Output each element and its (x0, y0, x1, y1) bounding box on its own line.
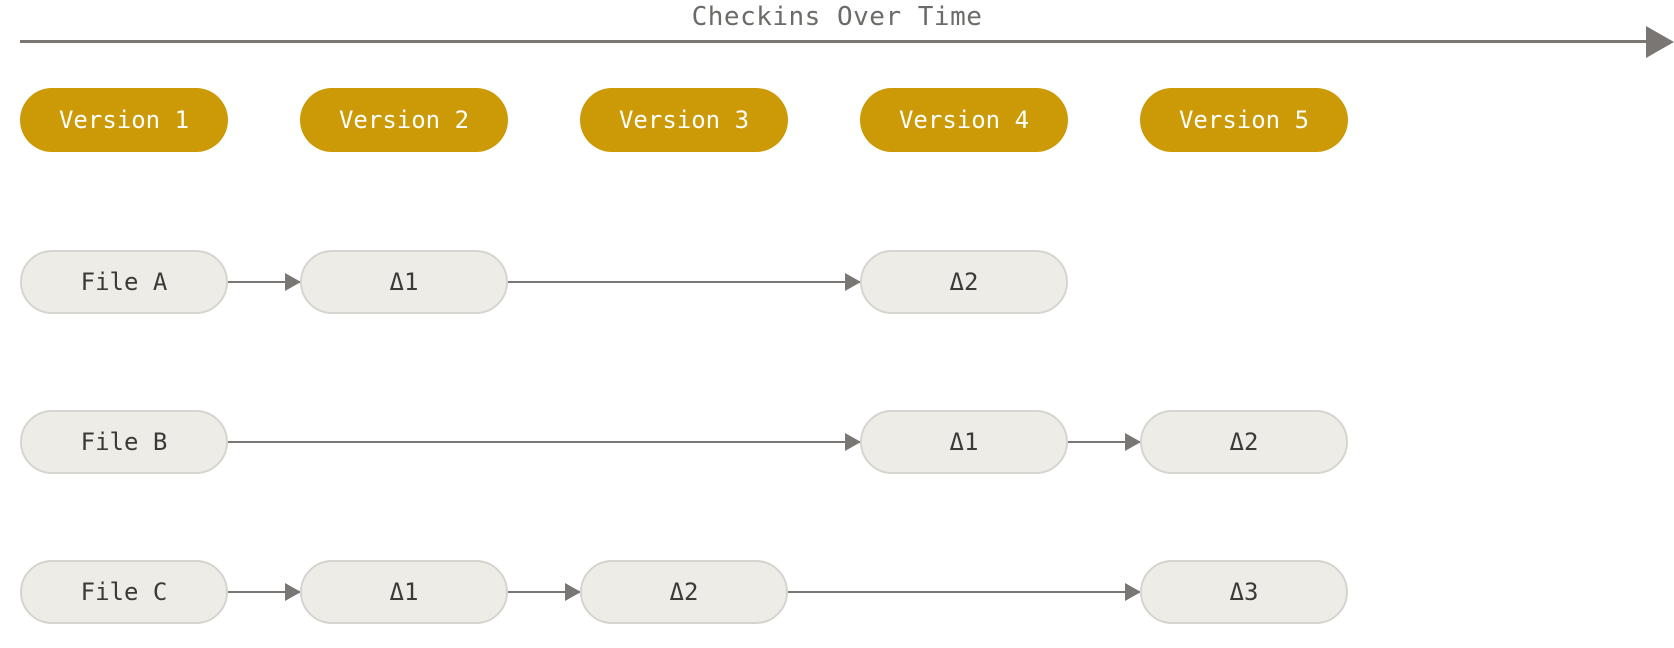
file-c-arrow-1 (508, 591, 580, 593)
file-a-node-2: Δ2 (860, 250, 1068, 314)
file-a-arrow-1 (508, 281, 860, 283)
file-a-node-1: Δ1 (300, 250, 508, 314)
file-c-arrow-0 (228, 591, 300, 593)
version-pill-3: Version 3 (580, 88, 788, 152)
file-b-arrow-0 (228, 441, 860, 443)
file-b-arrow-1 (1068, 441, 1140, 443)
file-c-node-3: Δ3 (1140, 560, 1348, 624)
file-b-node-2: Δ2 (1140, 410, 1348, 474)
file-b-node-1: Δ1 (860, 410, 1068, 474)
timeline-arrowhead-icon (1646, 26, 1674, 58)
file-a-node-0: File A (20, 250, 228, 314)
diagram-canvas: Checkins Over Time Version 1 Version 2 Ver… (0, 0, 1674, 648)
file-c-node-1: Δ1 (300, 560, 508, 624)
version-pill-4: Version 4 (860, 88, 1068, 152)
file-a-arrow-0 (228, 281, 300, 283)
version-pill-2: Version 2 (300, 88, 508, 152)
timeline-axis (20, 40, 1654, 43)
file-c-node-0: File C (20, 560, 228, 624)
file-c-node-2: Δ2 (580, 560, 788, 624)
file-c-arrow-2 (788, 591, 1140, 593)
diagram-title: Checkins Over Time (0, 2, 1674, 32)
version-pill-5: Version 5 (1140, 88, 1348, 152)
version-pill-1: Version 1 (20, 88, 228, 152)
file-b-node-0: File B (20, 410, 228, 474)
